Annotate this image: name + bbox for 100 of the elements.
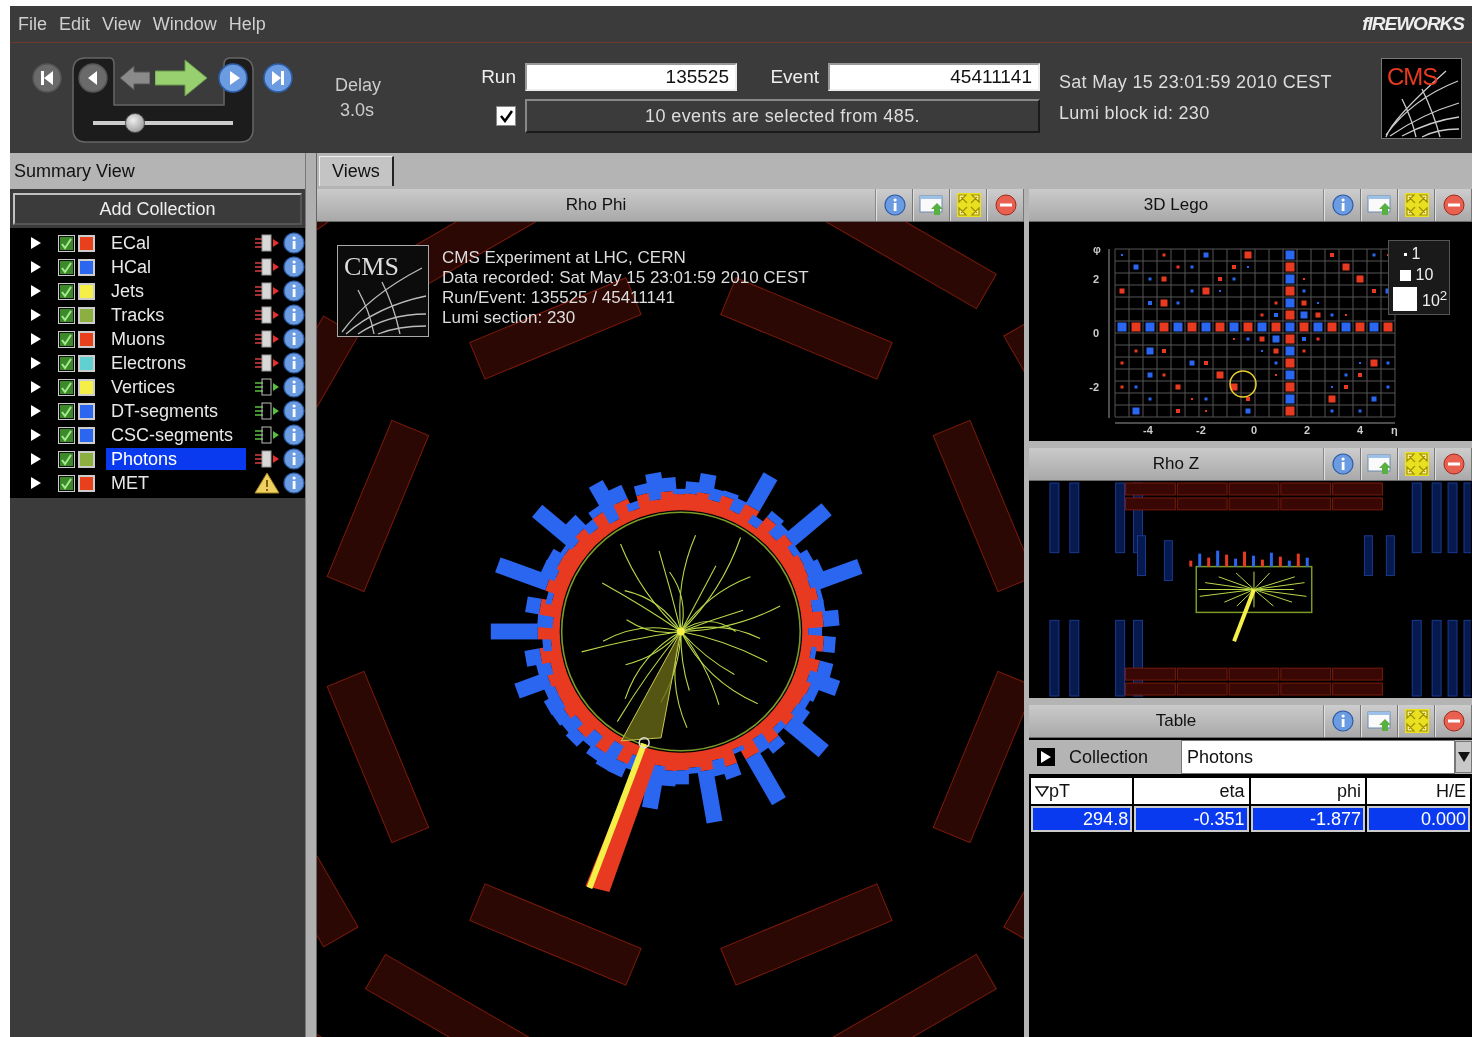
expand-button[interactable] bbox=[30, 356, 42, 370]
expand-button[interactable] bbox=[30, 332, 42, 346]
menu-item[interactable]: Edit bbox=[53, 13, 97, 35]
info-button[interactable] bbox=[283, 328, 305, 350]
info-button[interactable] bbox=[283, 448, 305, 470]
visibility-checkbox[interactable] bbox=[58, 450, 75, 468]
info-button[interactable] bbox=[283, 376, 305, 398]
axis-tick-label: -2 bbox=[1089, 381, 1099, 393]
add-collection-button[interactable]: Add Collection bbox=[13, 193, 302, 225]
expand-button[interactable] bbox=[30, 452, 42, 466]
expand-button[interactable] bbox=[30, 404, 42, 418]
visibility-checkbox[interactable] bbox=[58, 306, 75, 324]
menu-item[interactable]: Help bbox=[222, 13, 272, 35]
close-button[interactable] bbox=[1435, 448, 1472, 480]
color-swatch[interactable] bbox=[78, 354, 95, 372]
color-swatch[interactable] bbox=[78, 402, 95, 420]
collection-name[interactable]: Muons bbox=[106, 328, 246, 350]
visibility-checkbox[interactable] bbox=[58, 402, 75, 420]
visibility-checkbox[interactable] bbox=[58, 330, 75, 348]
color-swatch[interactable] bbox=[78, 258, 95, 276]
last-event-button[interactable] bbox=[262, 62, 294, 94]
color-swatch[interactable] bbox=[78, 306, 95, 324]
filter-icon bbox=[254, 305, 280, 325]
dropdown-button[interactable] bbox=[1455, 741, 1472, 773]
collection-name[interactable]: Tracks bbox=[106, 304, 246, 326]
close-icon bbox=[1442, 194, 1465, 216]
info-button[interactable] bbox=[283, 424, 305, 446]
expand-icon bbox=[30, 260, 42, 274]
first-event-button[interactable] bbox=[31, 62, 63, 94]
expand-button[interactable] bbox=[30, 380, 42, 394]
visibility-checkbox[interactable] bbox=[58, 426, 75, 444]
collection-dropdown[interactable]: Photons bbox=[1181, 740, 1455, 774]
info-button[interactable] bbox=[283, 280, 305, 302]
menu-item[interactable]: File bbox=[12, 13, 53, 35]
delay-label: Delay bbox=[335, 75, 383, 96]
collection-name[interactable]: Vertices bbox=[106, 376, 246, 398]
filter-icon bbox=[254, 425, 280, 445]
filter-icon bbox=[254, 281, 280, 301]
expand-button[interactable] bbox=[30, 260, 42, 274]
forward-button[interactable] bbox=[155, 58, 207, 98]
visibility-checkbox[interactable] bbox=[58, 282, 75, 300]
close-button[interactable] bbox=[1435, 189, 1472, 221]
collection-name[interactable]: MET bbox=[106, 472, 246, 494]
undock-button[interactable] bbox=[1361, 705, 1398, 737]
expand-button[interactable] bbox=[30, 476, 42, 490]
info-button[interactable] bbox=[283, 472, 305, 494]
expand-button[interactable] bbox=[1037, 748, 1055, 766]
visibility-checkbox[interactable] bbox=[58, 258, 75, 276]
color-swatch[interactable] bbox=[78, 330, 95, 348]
filter-checkbox[interactable] bbox=[496, 106, 516, 126]
visibility-checkbox[interactable] bbox=[58, 234, 75, 252]
color-swatch[interactable] bbox=[78, 450, 95, 468]
expand-button[interactable] bbox=[30, 308, 42, 322]
color-swatch[interactable] bbox=[78, 474, 95, 492]
collection-name[interactable]: Jets bbox=[106, 280, 246, 302]
event-field[interactable]: 45411141 bbox=[828, 63, 1040, 91]
info-icon bbox=[283, 424, 305, 446]
menu-item[interactable]: Window bbox=[146, 13, 223, 35]
maximize-icon bbox=[1403, 708, 1430, 734]
column-header[interactable]: H/E bbox=[1367, 778, 1470, 804]
color-swatch[interactable] bbox=[78, 282, 95, 300]
collection-name[interactable]: ECal bbox=[106, 232, 246, 254]
maximize-button[interactable] bbox=[950, 189, 987, 221]
menu-item[interactable]: View bbox=[96, 13, 147, 35]
collection-name[interactable]: Photons bbox=[106, 448, 246, 470]
maximize-button[interactable] bbox=[1398, 448, 1435, 480]
column-header[interactable]: pT bbox=[1031, 778, 1133, 804]
column-header[interactable]: phi bbox=[1250, 778, 1365, 804]
color-swatch[interactable] bbox=[78, 426, 95, 444]
color-swatch[interactable] bbox=[78, 378, 95, 396]
close-button[interactable] bbox=[1435, 705, 1472, 737]
collection-name[interactable]: CSC-segments bbox=[106, 424, 246, 446]
expand-button[interactable] bbox=[30, 284, 42, 298]
expand-button[interactable] bbox=[30, 428, 42, 442]
color-swatch[interactable] bbox=[78, 234, 95, 252]
visibility-checkbox[interactable] bbox=[58, 354, 75, 372]
maximize-button[interactable] bbox=[1398, 189, 1435, 221]
info-button[interactable] bbox=[283, 352, 305, 374]
info-button[interactable] bbox=[283, 256, 305, 278]
expand-button[interactable] bbox=[30, 236, 42, 250]
visibility-checkbox[interactable] bbox=[58, 474, 75, 492]
play-button[interactable] bbox=[217, 62, 249, 94]
undock-button[interactable] bbox=[1361, 189, 1398, 221]
collection-name[interactable]: Electrons bbox=[106, 352, 246, 374]
maximize-button[interactable] bbox=[1398, 705, 1435, 737]
close-button[interactable] bbox=[987, 189, 1024, 221]
collection-name[interactable]: HCal bbox=[106, 256, 246, 278]
undock-button[interactable] bbox=[913, 189, 950, 221]
previous-event-button[interactable] bbox=[77, 62, 109, 94]
undock-button[interactable] bbox=[1361, 448, 1398, 480]
column-header[interactable]: eta bbox=[1134, 778, 1249, 804]
filter-icon bbox=[254, 257, 280, 277]
collection-name[interactable]: DT-segments bbox=[106, 400, 246, 422]
view-tab[interactable]: Views bbox=[319, 156, 394, 186]
info-button[interactable] bbox=[283, 400, 305, 422]
legend-swatch bbox=[1393, 286, 1417, 311]
info-button[interactable] bbox=[283, 232, 305, 254]
info-button[interactable] bbox=[283, 304, 305, 326]
visibility-checkbox[interactable] bbox=[58, 378, 75, 396]
run-field[interactable]: 135525 bbox=[525, 63, 737, 91]
